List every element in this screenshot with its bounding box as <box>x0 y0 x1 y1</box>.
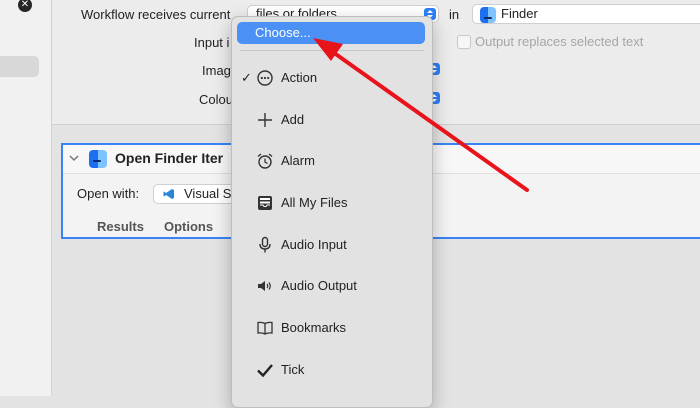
annotation-arrow <box>313 38 529 192</box>
